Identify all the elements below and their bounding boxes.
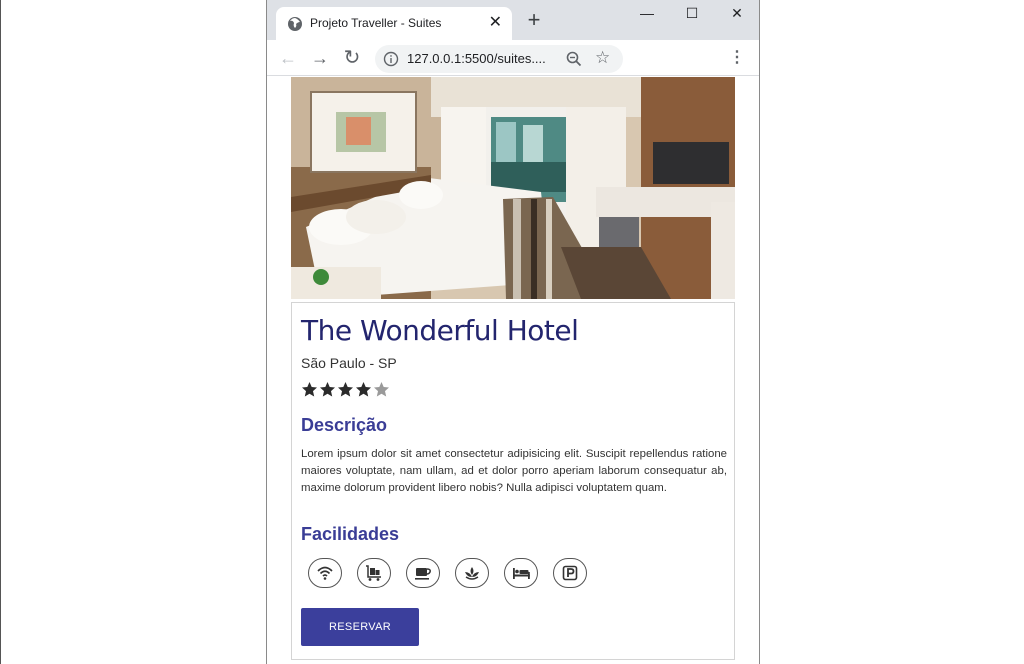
back-button[interactable]: ← [277, 47, 299, 69]
page-content: The Wonderful Hotel São Paulo - SP Descr… [267, 77, 759, 664]
tab-strip: Projeto Traveller - Suites ✕ + — ☐ ✕ [267, 0, 759, 40]
maximize-button[interactable]: ☐ [680, 4, 704, 24]
tab-close-icon[interactable]: ✕ [489, 13, 502, 33]
screen-edge [0, 0, 1, 664]
spa-icon[interactable] [455, 558, 489, 588]
menu-dots-icon[interactable]: ⋮ [729, 48, 745, 68]
coffee-icon[interactable] [406, 558, 440, 588]
star-empty-icon [374, 382, 389, 397]
browser-toolbar: ← → ↻ 127.0.0.1:5500/suites.... ☆ ⋮ [267, 40, 759, 76]
parking-icon[interactable] [553, 558, 587, 588]
luggage-cart-icon[interactable] [357, 558, 391, 588]
hotel-name: The Wonderful Hotel [301, 314, 579, 347]
globe-icon [288, 17, 302, 31]
browser-window: Projeto Traveller - Suites ✕ + — ☐ ✕ ← →… [266, 0, 760, 664]
url-text[interactable]: 127.0.0.1:5500/suites.... [407, 51, 546, 66]
hotel-description: Lorem ipsum dolor sit amet consectetur a… [301, 448, 727, 494]
hotel-card: The Wonderful Hotel São Paulo - SP Descr… [291, 302, 735, 660]
browser-tab[interactable]: Projeto Traveller - Suites ✕ [276, 7, 512, 40]
star-filled-icon [302, 382, 317, 397]
close-window-button[interactable]: ✕ [725, 4, 749, 24]
hotel-location: São Paulo - SP [301, 355, 397, 371]
forward-button[interactable]: → [309, 47, 331, 69]
facilities-list [308, 558, 602, 588]
star-filled-icon [356, 382, 371, 397]
hotel-room-photo [291, 77, 735, 299]
wifi-icon[interactable] [308, 558, 342, 588]
new-tab-button[interactable]: + [523, 9, 545, 31]
address-bar[interactable]: 127.0.0.1:5500/suites.... ☆ [375, 45, 623, 73]
star-filled-icon [338, 382, 353, 397]
tab-title: Projeto Traveller - Suites [310, 16, 442, 30]
description-title: Descrição [301, 415, 388, 435]
bookmark-star-icon[interactable]: ☆ [595, 48, 610, 68]
bed-icon[interactable] [504, 558, 538, 588]
minimize-button[interactable]: — [635, 4, 659, 24]
star-filled-icon [320, 382, 335, 397]
reload-button[interactable]: ↻ [341, 47, 363, 69]
info-icon[interactable] [383, 51, 399, 67]
star-rating [301, 381, 391, 401]
zoom-icon[interactable] [565, 50, 583, 68]
facilities-title: Facilidades [301, 524, 400, 544]
reserve-button[interactable]: RESERVAR [301, 608, 419, 646]
